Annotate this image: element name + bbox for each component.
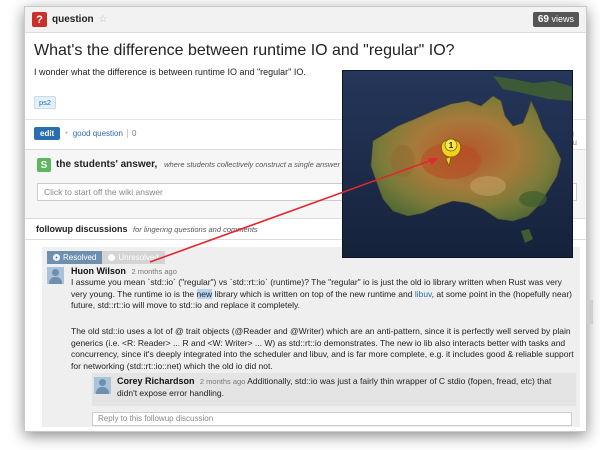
annotation-line [149, 159, 433, 263]
annotation-arrow [149, 158, 438, 263]
